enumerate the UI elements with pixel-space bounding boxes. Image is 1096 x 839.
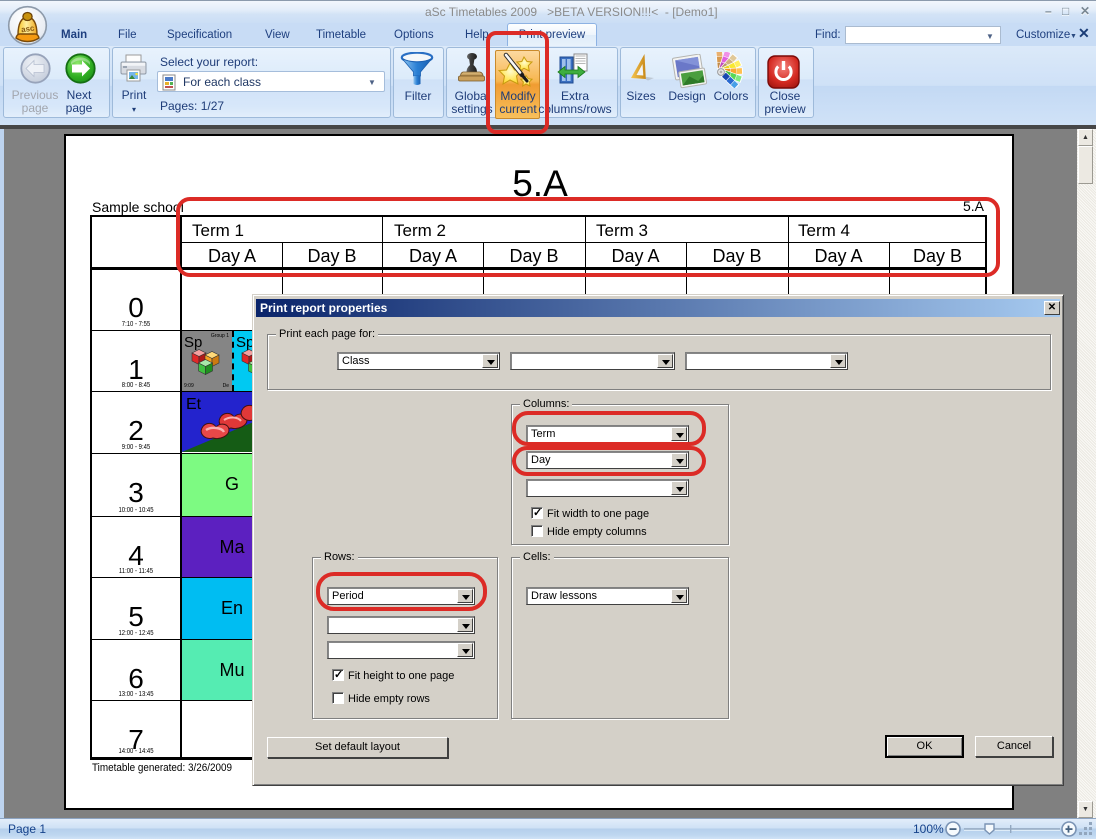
svg-text:asc: asc: [20, 24, 35, 35]
